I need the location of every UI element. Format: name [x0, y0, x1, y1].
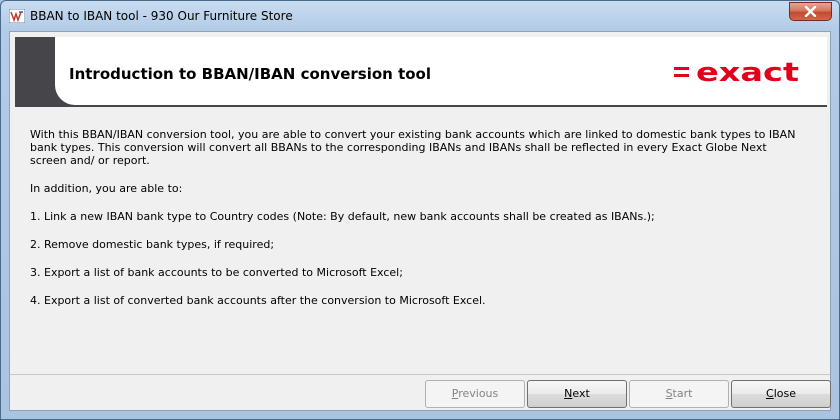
- close-button-accelerator: C: [766, 387, 774, 400]
- previous-button[interactable]: Previous: [425, 380, 525, 408]
- svg-text:exact: exact: [696, 60, 799, 84]
- footer-divider: [10, 374, 830, 375]
- list-item: 1. Link a new IBAN bank type to Country …: [30, 210, 655, 223]
- previous-button-label: revious: [458, 387, 499, 400]
- window-title: BBAN to IBAN tool - 930 Our Furniture St…: [30, 9, 293, 23]
- header-panel: Introduction to BBAN/IBAN conversion too…: [55, 37, 827, 105]
- window-close-button[interactable]: [789, 2, 832, 21]
- list-item: 4. Export a list of converted bank accou…: [30, 294, 486, 307]
- next-button[interactable]: Next: [527, 380, 627, 408]
- wizard-panel: Introduction to BBAN/IBAN conversion too…: [9, 31, 831, 411]
- close-button[interactable]: Close: [731, 380, 831, 408]
- list-item: 2. Remove domestic bank types, if requir…: [30, 238, 275, 251]
- application-window: BBAN to IBAN tool - 930 Our Furniture St…: [0, 0, 840, 420]
- list-item: 3. Export a list of bank accounts to be …: [30, 266, 403, 279]
- next-button-label: ext: [572, 387, 590, 400]
- close-icon: [804, 6, 817, 17]
- bban-iban-tool-icon: [8, 8, 26, 24]
- intro-paragraph: With this BBAN/IBAN conversion tool, you…: [30, 128, 796, 167]
- close-button-label: lose: [773, 387, 796, 400]
- title-bar[interactable]: BBAN to IBAN tool - 930 Our Furniture St…: [1, 1, 839, 31]
- introduction-text: With this BBAN/IBAN conversion tool, you…: [30, 128, 820, 307]
- start-button[interactable]: Start: [629, 380, 729, 408]
- start-button-label: tart: [672, 387, 693, 400]
- addition-paragraph: In addition, you are able to:: [30, 182, 183, 195]
- page-title: Introduction to BBAN/IBAN conversion too…: [69, 65, 431, 83]
- start-button-accelerator: S: [665, 387, 673, 400]
- header-banner: Introduction to BBAN/IBAN conversion too…: [15, 37, 827, 107]
- exact-logo: exact: [674, 60, 799, 84]
